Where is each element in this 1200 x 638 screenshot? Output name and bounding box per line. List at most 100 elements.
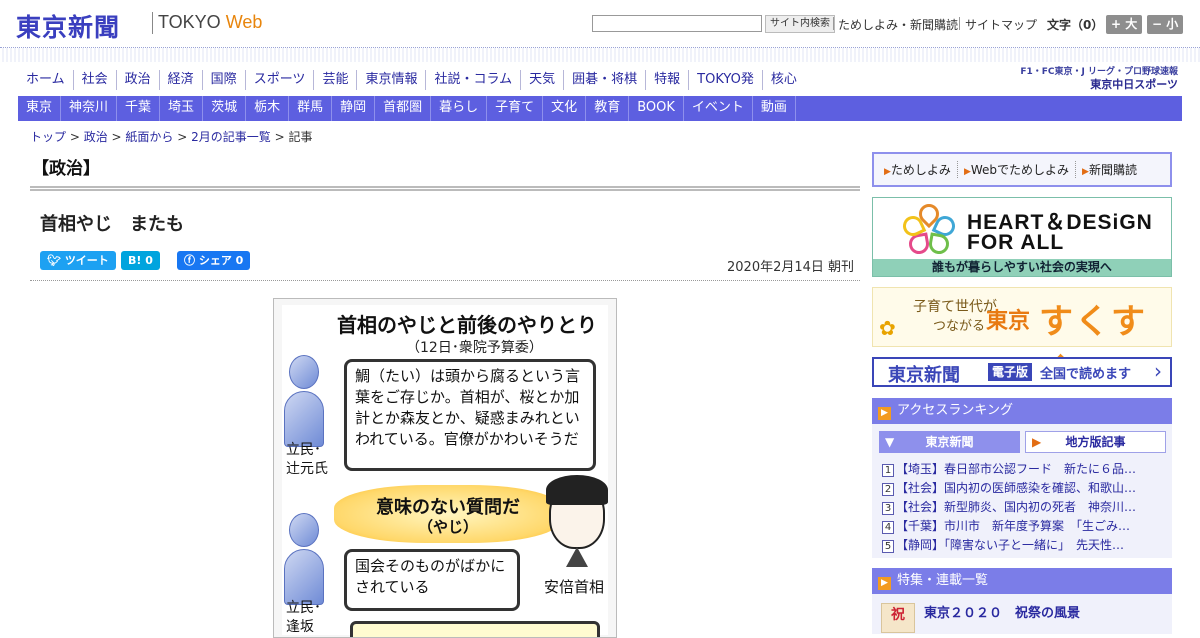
site-search-button[interactable]: サイト内検索 <box>765 15 835 33</box>
tokyo-web-logo[interactable]: TOKYO Web <box>158 12 262 33</box>
region-nav-item[interactable]: イベント <box>684 96 753 121</box>
facebook-share-button[interactable]: ⓕ シェア 0 <box>177 251 251 270</box>
tweet-label: ツイート <box>64 254 109 267</box>
logo-web-text: Web <box>225 12 263 32</box>
sukusuku-banner[interactable]: ✿ 子育て世代が つながる 東京 すくすく <box>872 287 1172 391</box>
tab-label: 東京新聞 <box>925 435 974 449</box>
heckle-label: （やじ） <box>417 518 478 536</box>
ranking-header: ▶ アクセスランキング <box>872 398 1172 424</box>
nav-item[interactable]: 社説・コラム <box>425 70 520 90</box>
region-nav-item[interactable]: 栃木 <box>246 96 290 121</box>
subscription-link[interactable]: ▶新聞購読 <box>1076 161 1143 178</box>
nav-item[interactable]: 経済 <box>158 70 202 90</box>
facebook-icon: ⓕ <box>184 254 195 267</box>
arrow-icon: ▶ <box>878 407 891 420</box>
ranking-item[interactable]: 3 【社会】新型肺炎、国内初の死者 神奈川… <box>882 498 1166 517</box>
region-nav-item[interactable]: 静岡 <box>332 96 376 121</box>
region-nav-item[interactable]: 動画 <box>753 96 796 121</box>
rank-number: 1 <box>882 464 894 477</box>
region-nav-item[interactable]: 首都圏 <box>375 96 432 121</box>
chevron-right-icon: › <box>1154 359 1162 383</box>
nav-item[interactable]: TOKYO発 <box>688 70 762 90</box>
nav-item[interactable]: 囲碁・将棋 <box>563 70 645 90</box>
chunichi-sports-banner[interactable]: F1・FC東京・J リーグ・プロ野球速報 東京中日スポーツ <box>1020 64 1178 92</box>
region-nav-item[interactable]: 子育て <box>487 96 544 121</box>
nav-item[interactable]: 政治 <box>115 70 159 90</box>
region-nav-item[interactable]: 千葉 <box>117 96 161 121</box>
nav-item[interactable]: 核心 <box>761 70 805 90</box>
article-headline: 首相やじ またも <box>40 214 184 235</box>
site-logo[interactable]: 東京新聞 <box>16 8 120 44</box>
digital-edition-banner[interactable]: 東京新聞 電子版 全国で読めます › <box>872 357 1172 387</box>
article-figure[interactable]: 首相のやじと前後のやりとり （12日･衆院予算委） 立民･ 辻元氏 鯛（たい）は… <box>273 298 617 638</box>
header-divider <box>959 17 960 30</box>
nav-item[interactable]: 特報 <box>645 70 688 90</box>
triangle-down-icon: ▼ <box>885 435 895 449</box>
hatena-bookmark-button[interactable]: B! 0 <box>121 251 160 270</box>
tab-label: 地方版記事 <box>1065 435 1126 449</box>
region-nav-item[interactable]: 埼玉 <box>160 96 204 121</box>
feature-thumbnail[interactable]: 祝 <box>881 603 915 633</box>
sports-banner-logo: 東京中日スポーツ <box>1090 78 1178 91</box>
breadcrumb-link[interactable]: トップ <box>30 130 66 144</box>
ranking-item[interactable]: 1 【埼玉】春日部市公認フード 新たに６品… <box>882 460 1166 479</box>
region-nav-item[interactable]: 暮らし <box>431 96 488 121</box>
rank-number: 5 <box>882 540 894 553</box>
nav-item[interactable]: ホーム <box>18 70 73 90</box>
nav-item[interactable]: スポーツ <box>244 70 314 90</box>
arrow-right-icon: ▶ <box>1082 167 1089 177</box>
ranking-title: アクセスランキング <box>897 403 1013 418</box>
rank-title: 【埼玉】春日部市公認フード 新たに６品… <box>896 462 1137 476</box>
ranking-item[interactable]: 2 【社会】国内初の医師感染を確認、和歌山… <box>882 479 1166 498</box>
flower-logo-icon <box>899 199 959 256</box>
sukusuku-tagline-2: つながる <box>933 319 986 334</box>
rank-title: 【静岡】「障害ない子と一緒に」 先天性… <box>896 538 1125 552</box>
site-search-input[interactable] <box>592 15 762 32</box>
section-divider <box>30 186 860 191</box>
site-header: 東京新聞 TOKYO Web サイト内検索 ためしよみ・新聞購読 サイトマップ … <box>0 0 1200 48</box>
ranking-item[interactable]: 5 【静岡】「障害ない子と一緒に」 先天性… <box>882 536 1166 555</box>
subscription-link-label: ためしよみ <box>890 163 951 177</box>
nav-item[interactable]: 天気 <box>520 70 563 90</box>
feature-header: ▶ 特集・連載一覧 <box>872 568 1172 594</box>
tweet-button[interactable]: 🐦︎ ツイート <box>40 251 116 270</box>
subscription-link[interactable]: ▶Webでためしよみ <box>958 161 1077 178</box>
font-larger-button[interactable]: + 大 <box>1106 15 1143 34</box>
breadcrumb-link[interactable]: 政治 <box>84 130 108 144</box>
ranking-item[interactable]: 4 【千葉】市川市 新年度予算案 「生ごみ… <box>882 517 1166 536</box>
breadcrumb-link[interactable]: 紙面から <box>125 130 173 144</box>
nav-item[interactable]: 東京情報 <box>356 70 425 90</box>
heart-design-banner[interactable]: HEART＆DESiGN FOR ALL 誰もが暮らしやすい社会の実現へ <box>872 197 1172 277</box>
sukusuku-tagline: 子育て世代が <box>913 299 997 315</box>
region-nav-item[interactable]: BOOK <box>629 96 684 121</box>
sukusuku-tokyo: 東京 <box>986 309 1031 334</box>
nav-item[interactable]: 芸能 <box>313 70 356 90</box>
tab-tokyo-shimbun[interactable]: ▼ 東京新聞 <box>879 431 1020 453</box>
subscription-link-label: Webでためしよみ <box>970 163 1070 177</box>
sitemap-link[interactable]: サイトマップ <box>965 16 1037 33</box>
arrow-right-icon: ▶ <box>884 167 891 177</box>
breadcrumb-link[interactable]: 2月の記事一覧 <box>191 130 271 144</box>
share-label: シェア 0 <box>198 254 244 267</box>
region-nav-item[interactable]: 東京 <box>18 96 62 121</box>
section-title: 【政治】 <box>32 159 100 179</box>
rank-title: 【千葉】市川市 新年度予算案 「生ごみ… <box>896 519 1131 533</box>
feature-link[interactable]: 東京２０２０ 祝祭の風景 <box>924 602 1080 621</box>
breadcrumb-current: 記事 <box>288 130 313 144</box>
font-smaller-button[interactable]: − 小 <box>1147 15 1184 34</box>
region-nav-item[interactable]: 教育 <box>586 96 630 121</box>
subscription-link[interactable]: ▶ためしよみ <box>878 161 958 178</box>
e-text: 全国で読めます <box>1040 367 1132 382</box>
region-nav-item[interactable]: 茨城 <box>203 96 247 121</box>
region-nav-item[interactable]: 文化 <box>543 96 587 121</box>
subscription-links: ▶ためしよみ ▶Webでためしよみ ▶新聞購読 <box>872 152 1172 187</box>
nav-item[interactable]: 国際 <box>201 70 245 90</box>
region-nav-item[interactable]: 群馬 <box>289 96 333 121</box>
ranking-list: 1 【埼玉】春日部市公認フード 新たに６品… 2 【社会】国内初の医師感染を確認、和歌… <box>882 460 1166 555</box>
tab-local-articles[interactable]: ▶ 地方版記事 <box>1025 431 1166 453</box>
logo-divider <box>152 12 153 34</box>
font-size-label: 文字（0） <box>1047 18 1104 32</box>
trial-subscribe-link[interactable]: ためしよみ・新聞購読 <box>838 16 958 33</box>
nav-item[interactable]: 社会 <box>72 70 116 90</box>
region-nav-item[interactable]: 神奈川 <box>61 96 118 121</box>
